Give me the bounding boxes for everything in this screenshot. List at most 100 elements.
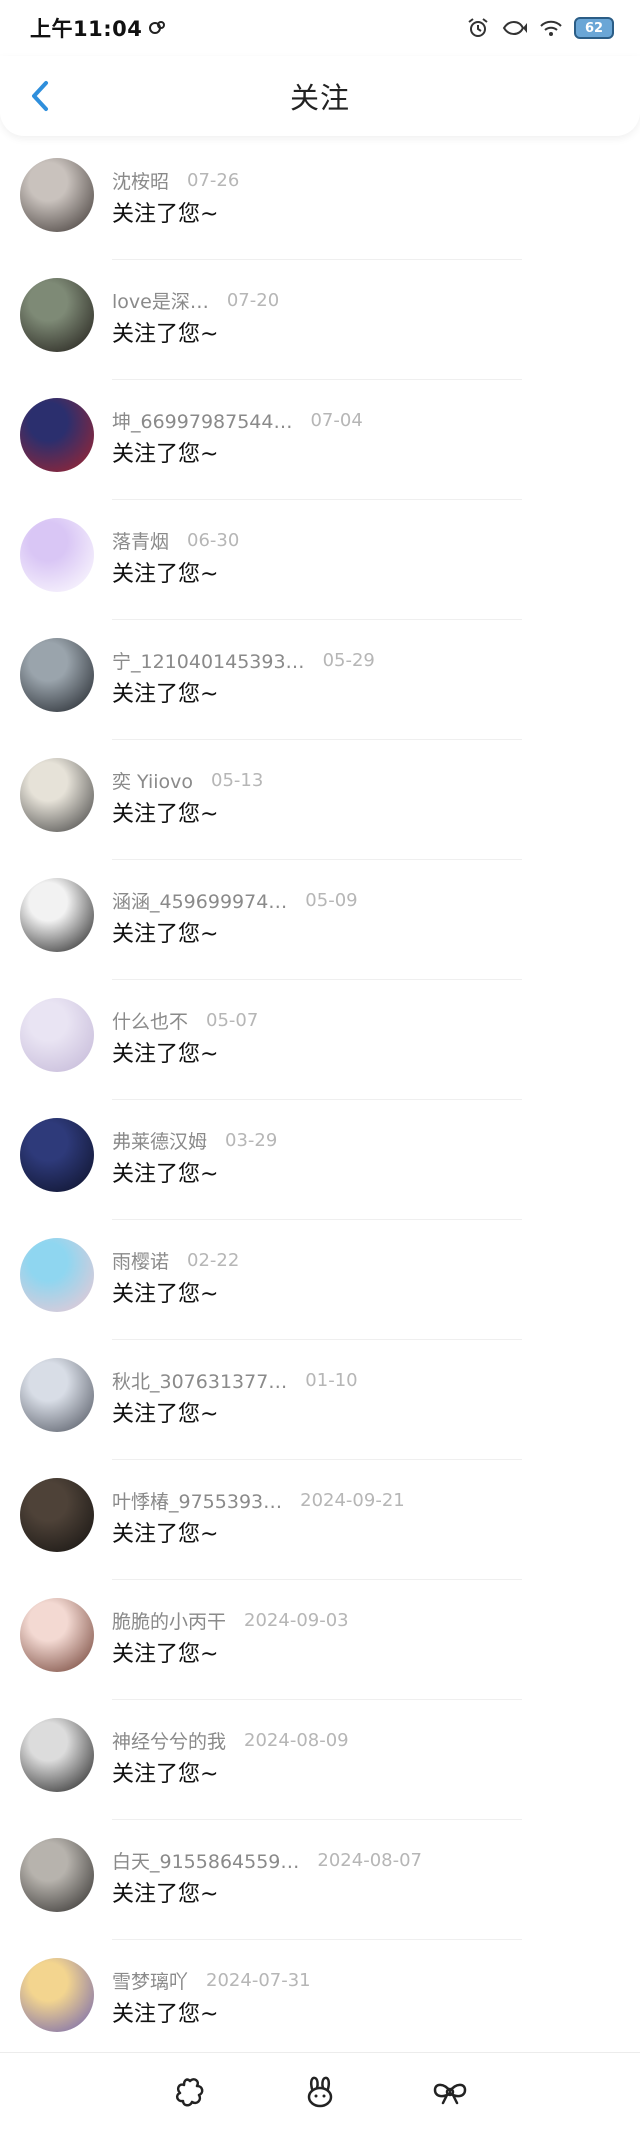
notification-meta: 叶悸椿_9755393… 2024-09-21 xyxy=(112,1487,405,1514)
back-button[interactable] xyxy=(18,74,62,118)
avatar[interactable] xyxy=(20,638,94,712)
avatar[interactable] xyxy=(20,758,94,832)
username[interactable]: love是深… xyxy=(112,287,209,314)
avatar[interactable] xyxy=(20,518,94,592)
notification-date: 2024-08-09 xyxy=(244,1730,349,1751)
notification-date: 02-22 xyxy=(187,1250,240,1271)
notification-date: 05-07 xyxy=(206,1010,259,1031)
notification-action-text: 关注了您~ xyxy=(112,322,219,347)
notification-meta: 什么也不 05-07 xyxy=(112,1007,258,1034)
notification-meta: love是深… 07-20 xyxy=(112,287,279,314)
status-right: 62 xyxy=(466,17,614,39)
bottom-bar xyxy=(0,2052,640,2130)
notification-row[interactable]: 奕 Yiiovo 05-13 关注了您~ xyxy=(0,740,640,860)
notification-row[interactable]: 涵涵_459699974… 05-09 关注了您~ xyxy=(0,860,640,980)
username[interactable]: 涵涵_459699974… xyxy=(112,887,287,914)
notification-row[interactable]: 雨樱诺 02-22 关注了您~ xyxy=(0,1220,640,1340)
avatar[interactable] xyxy=(20,1718,94,1792)
username[interactable]: 神经兮兮的我 xyxy=(112,1727,226,1754)
avatar[interactable] xyxy=(20,1958,94,2032)
avatar[interactable] xyxy=(20,998,94,1072)
notification-date: 2024-09-21 xyxy=(300,1490,405,1511)
notification-date: 01-10 xyxy=(305,1370,358,1391)
username[interactable]: 弗莱德汉姆 xyxy=(112,1127,207,1154)
bottom-button-bow[interactable] xyxy=(430,2072,470,2112)
bottom-button-flower[interactable] xyxy=(170,2072,210,2112)
notification-row[interactable]: 宁_121040145393… 05-29 关注了您~ xyxy=(0,620,640,740)
notification-action-text: 关注了您~ xyxy=(112,682,219,707)
username[interactable]: 雨樱诺 xyxy=(112,1247,169,1274)
notification-action-text: 关注了您~ xyxy=(112,1882,219,1907)
notification-meta: 沈桉昭 07-26 xyxy=(112,167,239,194)
notification-row[interactable]: 落青烟 06-30 关注了您~ xyxy=(0,500,640,620)
notification-meta: 神经兮兮的我 2024-08-09 xyxy=(112,1727,349,1754)
notification-row[interactable]: 脆脆的小丙干 2024-09-03 关注了您~ xyxy=(0,1580,640,1700)
notification-action-text: 关注了您~ xyxy=(112,922,219,947)
notification-meta: 秋北_307631377… 01-10 xyxy=(112,1367,358,1394)
notification-meta: 白天_9155864559… 2024-08-07 xyxy=(112,1847,422,1874)
notification-meta: 脆脆的小丙干 2024-09-03 xyxy=(112,1607,349,1634)
notification-row[interactable]: 白天_9155864559… 2024-08-07 关注了您~ xyxy=(0,1820,640,1940)
notification-action-text: 关注了您~ xyxy=(112,1042,219,1067)
avatar[interactable] xyxy=(20,1118,94,1192)
chevron-left-icon xyxy=(32,81,48,111)
bow-outline-icon xyxy=(433,2083,467,2104)
status-bar: 上午11:04 62 xyxy=(0,0,640,56)
username[interactable]: 白天_9155864559… xyxy=(112,1847,299,1874)
username[interactable]: 沈桉昭 xyxy=(112,167,169,194)
notification-list[interactable]: 沈桉昭 07-26 关注了您~ love是深… 07-20 关注了您~ 坤_66… xyxy=(0,140,640,2060)
avatar[interactable] xyxy=(20,278,94,352)
notification-action-text: 关注了您~ xyxy=(112,1282,219,1307)
notification-meta: 坤_66997987544… 07-04 xyxy=(112,407,363,434)
username[interactable]: 宁_121040145393… xyxy=(112,647,305,674)
notification-date: 2024-09-03 xyxy=(244,1610,349,1631)
notification-row[interactable]: 沈桉昭 07-26 关注了您~ xyxy=(0,140,640,260)
avatar[interactable] xyxy=(20,1838,94,1912)
notification-meta: 落青烟 06-30 xyxy=(112,527,239,554)
notification-meta: 涵涵_459699974… 05-09 xyxy=(112,887,358,914)
notification-action-text: 关注了您~ xyxy=(112,202,219,227)
notification-row[interactable]: 弗莱德汉姆 03-29 关注了您~ xyxy=(0,1100,640,1220)
notification-date: 05-13 xyxy=(211,770,264,791)
alarm-icon xyxy=(468,18,488,37)
avatar[interactable] xyxy=(20,398,94,472)
fish-icon xyxy=(502,21,527,35)
avatar[interactable] xyxy=(20,158,94,232)
avatar[interactable] xyxy=(20,1358,94,1432)
avatar[interactable] xyxy=(20,1238,94,1312)
notification-meta: 雨樱诺 02-22 xyxy=(112,1247,239,1274)
username[interactable]: 雪梦璃吖 xyxy=(112,1967,188,1994)
notification-action-text: 关注了您~ xyxy=(112,1522,219,1547)
page-title: 关注 xyxy=(289,81,350,115)
battery-indicator: 62 xyxy=(574,17,614,39)
username[interactable]: 落青烟 xyxy=(112,527,169,554)
username[interactable]: 坤_66997987544… xyxy=(112,407,292,434)
username[interactable]: 什么也不 xyxy=(112,1007,188,1034)
avatar[interactable] xyxy=(20,1478,94,1552)
bunny-outline-icon xyxy=(307,2076,333,2107)
avatar[interactable] xyxy=(20,1598,94,1672)
username[interactable]: 奕 Yiiovo xyxy=(112,767,193,794)
username[interactable]: 叶悸椿_9755393… xyxy=(112,1487,282,1514)
username[interactable]: 秋北_307631377… xyxy=(112,1367,287,1394)
notification-date: 03-29 xyxy=(225,1130,278,1151)
notification-row[interactable]: 什么也不 05-07 关注了您~ xyxy=(0,980,640,1100)
notification-action-text: 关注了您~ xyxy=(112,442,219,467)
avatar[interactable] xyxy=(20,878,94,952)
status-left: 上午11:04 xyxy=(30,13,166,43)
notification-row[interactable]: 秋北_307631377… 01-10 关注了您~ xyxy=(0,1340,640,1460)
notification-action-text: 关注了您~ xyxy=(112,802,219,827)
notification-row[interactable]: 叶悸椿_9755393… 2024-09-21 关注了您~ xyxy=(0,1460,640,1580)
notification-action-text: 关注了您~ xyxy=(112,2002,219,2027)
notification-row[interactable]: 神经兮兮的我 2024-08-09 关注了您~ xyxy=(0,1700,640,1820)
notification-row[interactable]: 坤_66997987544… 07-04 关注了您~ xyxy=(0,380,640,500)
status-time: 上午11:04 xyxy=(30,17,143,41)
notification-row[interactable]: 雪梦璃吖 2024-07-31 关注了您~ xyxy=(0,1940,640,2060)
notification-date: 07-20 xyxy=(226,290,280,311)
bottom-button-bunny[interactable] xyxy=(300,2072,340,2112)
username[interactable]: 脆脆的小丙干 xyxy=(112,1607,226,1634)
notification-action-text: 关注了您~ xyxy=(112,1762,219,1787)
notification-date: 2024-08-07 xyxy=(317,1850,422,1871)
notification-row[interactable]: love是深… 07-20 关注了您~ xyxy=(0,260,640,380)
notification-date: 05-29 xyxy=(322,650,375,671)
